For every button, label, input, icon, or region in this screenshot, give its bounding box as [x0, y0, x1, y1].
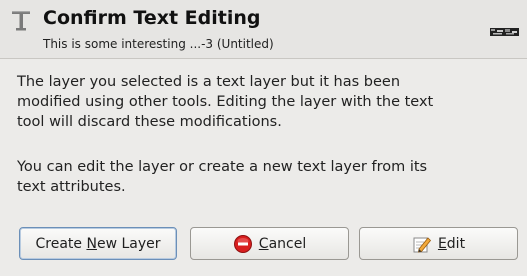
cancel-label-post: ancel — [268, 235, 307, 252]
create-new-layer-mnemonic: N — [86, 235, 97, 252]
cancel-mnemonic: C — [258, 235, 269, 252]
image-thumbnail — [490, 28, 519, 36]
dialog-message-primary: The layer you selected is a text layer b… — [17, 74, 434, 130]
stop-icon — [233, 234, 252, 253]
dialog-header: Confirm Text Editing This is some intere… — [0, 0, 527, 59]
confirm-text-editing-dialog: Confirm Text Editing This is some intere… — [0, 0, 527, 276]
dialog-subtitle: This is some interesting ...-3 (Untitled… — [43, 37, 274, 51]
dialog-title: Confirm Text Editing — [43, 7, 261, 29]
create-new-layer-label-post: ew Layer — [96, 235, 161, 252]
cancel-button[interactable]: Cancel — [190, 227, 349, 260]
text-tool-icon — [12, 11, 30, 31]
pencil-icon — [413, 236, 431, 252]
dialog-message-secondary: You can edit the layer or create a new t… — [17, 159, 428, 195]
edit-label-post: dit — [446, 235, 466, 252]
create-new-layer-button[interactable]: Create New Layer — [19, 227, 177, 260]
create-new-layer-label-pre: Create — [35, 235, 87, 252]
edit-mnemonic: E — [437, 235, 447, 252]
edit-button[interactable]: Edit — [359, 227, 518, 260]
